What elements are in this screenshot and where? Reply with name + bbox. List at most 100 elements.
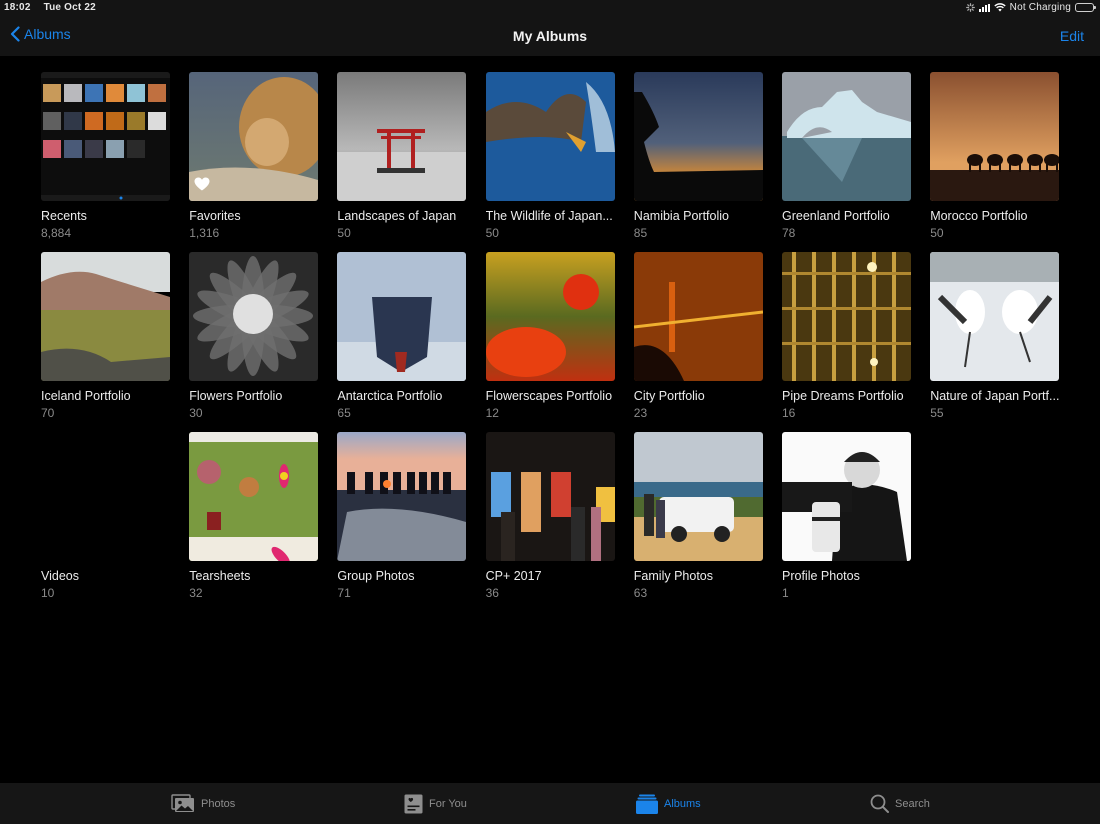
- group-sunrise-thumbnail: [337, 432, 467, 561]
- edit-button[interactable]: Edit: [1060, 28, 1084, 44]
- album-item[interactable]: Profile Photos 1: [782, 432, 912, 600]
- album-item[interactable]: Group Photos 71: [337, 432, 467, 600]
- album-count: 10: [41, 586, 55, 600]
- empty-thumbnail: [41, 432, 170, 561]
- album-name: City Portfolio: [633, 389, 705, 403]
- album-name: The Wildlife of Japan...: [485, 209, 613, 223]
- album-name: Antarctica Portfolio: [337, 389, 443, 403]
- tab-for-you[interactable]: For You: [404, 794, 467, 814]
- album-count: 23: [633, 406, 648, 420]
- album-item[interactable]: City Portfolio 23: [633, 252, 764, 420]
- album-item[interactable]: Flowerscapes Portfolio 12: [485, 252, 616, 420]
- album-count: 50: [930, 226, 944, 240]
- photographer-thumbnail: [782, 432, 911, 561]
- album-item[interactable]: Morocco Portfolio 50: [930, 72, 1060, 240]
- album-name: Group Photos: [337, 569, 415, 583]
- album-item[interactable]: Greenland Portfolio 78: [782, 72, 912, 240]
- album-item[interactable]: Recents 8,884: [41, 72, 171, 240]
- cosmos-wall-thumbnail: [189, 432, 319, 561]
- tab-for-you-label: For You: [429, 798, 467, 810]
- album-count: 1: [782, 586, 789, 600]
- album-item[interactable]: Antarctica Portfolio 65: [337, 252, 467, 420]
- album-count: 16: [782, 406, 796, 420]
- album-count: 55: [930, 406, 944, 420]
- bridge-thumbnail: [633, 252, 763, 381]
- album-name: Favorites: [189, 209, 241, 223]
- album-item[interactable]: Favorites 1,316: [189, 72, 319, 240]
- tab-photos-label: Photos: [201, 797, 236, 810]
- battery-status-text: Not Charging: [1009, 2, 1071, 13]
- album-count: 78: [782, 226, 796, 240]
- album-item[interactable]: Videos 10: [41, 432, 171, 600]
- industrial-thumbnail: [782, 252, 911, 381]
- back-button-label: Albums: [24, 26, 71, 42]
- album-item[interactable]: Tearsheets 32: [189, 432, 319, 600]
- album-count: 30: [189, 406, 203, 420]
- album-name: CP+ 2017: [485, 569, 542, 583]
- album-name: Morocco Portfolio: [930, 209, 1028, 223]
- tab-albums-label: Albums: [664, 798, 701, 810]
- album-item[interactable]: Iceland Portfolio 70: [41, 252, 171, 420]
- lion-thumbnail: [189, 72, 319, 201]
- sunset-silhouette-thumbnail: [633, 72, 763, 201]
- chevron-left-icon: [10, 26, 20, 42]
- top-bar: 18:02 Tue Oct 22 Not Charging Albums My: [0, 0, 1100, 56]
- mountains-thumbnail: [41, 252, 170, 381]
- tab-albums[interactable]: Albums: [636, 794, 701, 814]
- red-flowers-thumbnail: [485, 252, 615, 381]
- album-name: Tearsheets: [189, 569, 251, 583]
- album-count: 50: [485, 226, 499, 240]
- iceberg-thumbnail: [782, 72, 911, 201]
- family-car-thumbnail: [633, 432, 763, 561]
- album-item[interactable]: CP+ 2017 36: [485, 432, 616, 600]
- cranes-thumbnail: [930, 252, 1060, 381]
- album-name: Profile Photos: [782, 569, 860, 583]
- album-count: 1,316: [189, 226, 220, 240]
- ship-thumbnail: [337, 252, 467, 381]
- exhibition-thumbnail: [485, 432, 615, 561]
- tab-search[interactable]: Search: [870, 794, 930, 813]
- heart-icon: [194, 177, 210, 196]
- camels-thumbnail: [930, 72, 1060, 201]
- eagle-thumbnail: [485, 72, 615, 201]
- activity-indicator-icon: [965, 3, 975, 12]
- album-count: 32: [189, 586, 203, 600]
- album-count: 50: [337, 226, 351, 240]
- album-name: Flowers Portfolio: [189, 389, 283, 403]
- album-name: Iceland Portfolio: [41, 389, 131, 403]
- torii-gate-thumbnail: [337, 72, 467, 201]
- album-name: Namibia Portfolio: [633, 209, 729, 223]
- back-button[interactable]: Albums: [10, 26, 71, 42]
- dahlia-thumbnail: [189, 252, 319, 381]
- album-count: 63: [633, 586, 648, 600]
- album-item[interactable]: Nature of Japan Portf... 55: [930, 252, 1060, 420]
- album-count: 85: [633, 226, 648, 240]
- tab-photos[interactable]: Photos: [171, 794, 235, 813]
- album-item[interactable]: Pipe Dreams Portfolio 16: [782, 252, 912, 420]
- album-count: 71: [337, 586, 351, 600]
- tab-search-label: Search: [895, 797, 930, 810]
- album-count: 65: [337, 406, 351, 420]
- album-item[interactable]: Namibia Portfolio 85: [633, 72, 764, 240]
- album-name: Recents: [41, 209, 87, 223]
- albums-icon: [636, 794, 658, 814]
- album-item[interactable]: Family Photos 63: [633, 432, 764, 600]
- page-title: My Albums: [512, 28, 588, 44]
- album-name: Family Photos: [633, 569, 713, 583]
- album-name: Pipe Dreams Portfolio: [782, 389, 904, 403]
- album-name: Landscapes of Japan: [337, 209, 457, 223]
- album-item[interactable]: Landscapes of Japan 50: [337, 72, 467, 240]
- battery-icon: [1075, 3, 1096, 12]
- album-item[interactable]: The Wildlife of Japan... 50: [485, 72, 616, 240]
- photos-icon: [171, 794, 194, 812]
- search-icon: [870, 794, 889, 813]
- album-name: Nature of Japan Portf...: [930, 389, 1060, 403]
- status-time: 18:02: [4, 2, 31, 13]
- for-you-icon: [404, 794, 423, 814]
- cellular-signal-icon: [978, 3, 990, 12]
- album-count: 70: [41, 406, 55, 420]
- wifi-icon: [993, 3, 1006, 12]
- status-bar-right: Not Charging: [965, 2, 1096, 13]
- status-date: Tue Oct 22: [43, 2, 96, 13]
- album-item[interactable]: Flowers Portfolio 30: [189, 252, 319, 420]
